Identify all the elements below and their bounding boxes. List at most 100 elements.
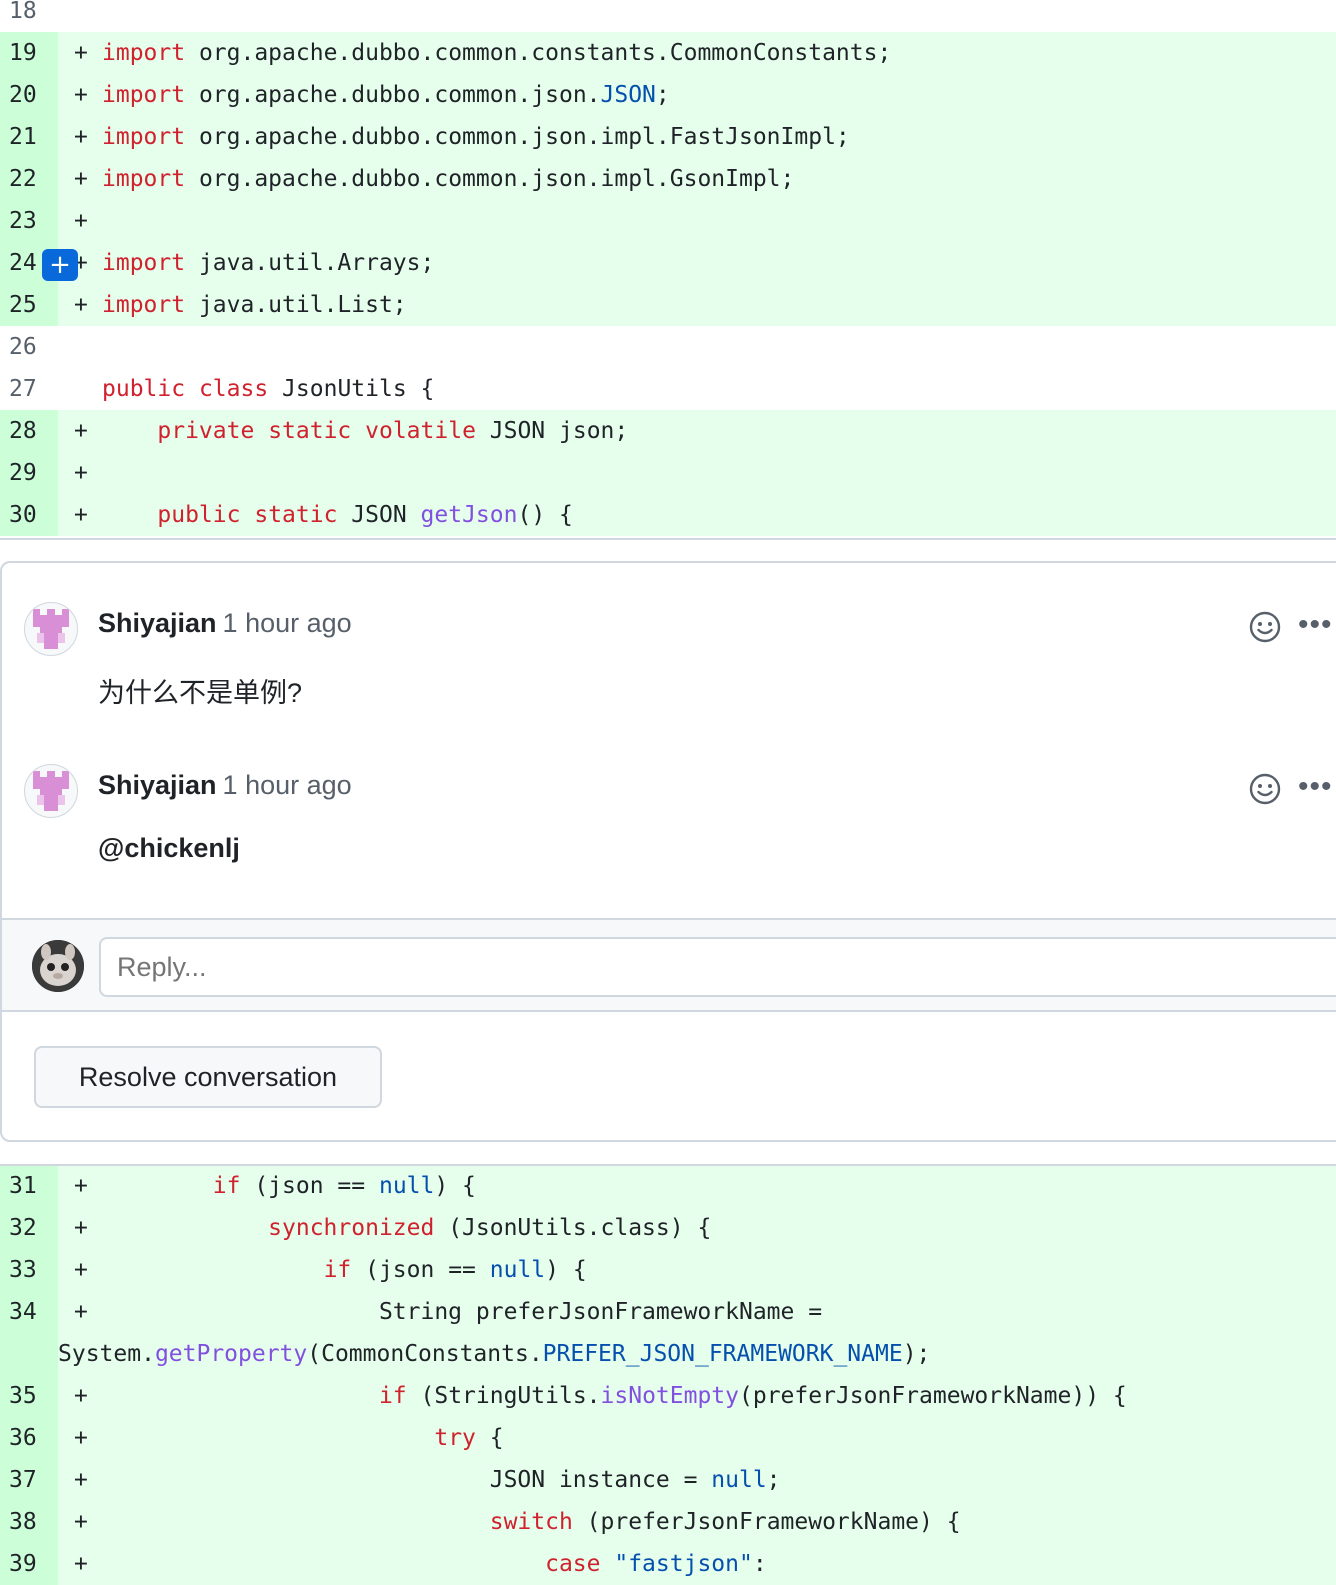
- diff-line: 27 public class JsonUtils {: [0, 368, 1336, 410]
- line-number[interactable]: 25: [0, 284, 58, 326]
- code-token: JSON json;: [475, 418, 629, 444]
- diff-sign: +: [74, 1299, 88, 1325]
- code-text: import org.apache.dubbo.common.json.impl…: [102, 158, 794, 200]
- code-token: :: [752, 1551, 767, 1577]
- line-number[interactable]: 36: [0, 1417, 58, 1459]
- code-text: try {: [102, 1417, 503, 1459]
- line-number[interactable]: 34: [0, 1291, 58, 1375]
- line-number[interactable]: 37: [0, 1459, 58, 1501]
- smiley-icon[interactable]: [1249, 611, 1281, 643]
- comment-time[interactable]: 1 hour ago: [223, 770, 352, 800]
- diff-sign: +: [74, 1383, 88, 1409]
- code-text: import org.apache.dubbo.common.constants…: [102, 32, 891, 74]
- diff-sign: +: [74, 40, 88, 66]
- code-text: import java.util.Arrays;: [102, 242, 434, 284]
- code-token: ;: [655, 82, 670, 108]
- comment-body: 为什么不是单例?: [98, 678, 303, 708]
- line-number[interactable]: 33: [0, 1249, 58, 1291]
- smiley-icon[interactable]: [1249, 773, 1281, 805]
- code-token: null: [378, 1173, 435, 1199]
- author-name[interactable]: Shiyajian: [98, 608, 217, 638]
- author-name[interactable]: Shiyajian: [98, 770, 217, 800]
- code-token: getProperty: [154, 1341, 308, 1367]
- code-token: class: [198, 376, 269, 402]
- diff-bottom: 31 + if (json == null) {32 + synchronized …: [0, 1165, 1336, 1585]
- line-number[interactable]: 21: [0, 116, 58, 158]
- code-token: public: [102, 376, 186, 402]
- reply-input[interactable]: [99, 937, 1336, 997]
- line-number[interactable]: 23: [0, 200, 58, 242]
- line-number[interactable]: 31: [0, 1165, 58, 1207]
- diff-sign: +: [74, 82, 88, 108]
- divider: [0, 538, 1336, 540]
- code-token: (CommonConstants.: [307, 1341, 543, 1367]
- diff-sign: +: [74, 208, 88, 234]
- code-token: () {: [517, 502, 573, 528]
- comment-time[interactable]: 1 hour ago: [223, 608, 352, 638]
- diff-sign: +: [74, 460, 88, 486]
- line-number[interactable]: 26: [0, 326, 58, 368]
- code-token: getJson: [420, 502, 518, 528]
- code-token: org.apache.dubbo.common.json.impl.GsonIm…: [185, 166, 795, 192]
- diff-line: 18: [0, 0, 1336, 32]
- line-number[interactable]: 27: [0, 368, 58, 410]
- code-text: if (json == null) {: [102, 1165, 476, 1207]
- line-number[interactable]: 22: [0, 158, 58, 200]
- line-number[interactable]: 20: [0, 74, 58, 116]
- line-number[interactable]: 28: [0, 410, 58, 452]
- divider: [0, 1164, 1336, 1166]
- comment-author[interactable]: Shiyajian 1 hour ago: [98, 770, 352, 801]
- code-token: private: [157, 418, 255, 444]
- kebab-horizontal-icon[interactable]: •••: [1298, 610, 1333, 640]
- diff-line: 39 + case "fastjson":: [0, 1543, 1336, 1585]
- code-text: JSON instance = null;: [102, 1459, 781, 1501]
- comment-author[interactable]: Shiyajian 1 hour ago: [98, 608, 352, 639]
- diff-sign: +: [74, 124, 88, 150]
- line-number[interactable]: 19: [0, 32, 58, 74]
- diff-sign: +: [74, 1257, 88, 1283]
- avatar[interactable]: [24, 602, 78, 656]
- diff-line: 23 +: [0, 200, 1336, 242]
- code-token: JsonUtils {: [268, 376, 435, 402]
- comment-body[interactable]: @chickenlj: [98, 833, 240, 864]
- review-comment: Shiyajian 1 hour ago ••• @chickenlj: [2, 725, 1336, 915]
- line-number[interactable]: 30: [0, 494, 58, 536]
- code-token: JSON: [600, 82, 656, 108]
- line-number[interactable]: 39: [0, 1543, 58, 1585]
- line-number[interactable]: 32: [0, 1207, 58, 1249]
- line-number[interactable]: 18: [0, 0, 58, 32]
- diff-line: 33 + if (json == null) {: [0, 1249, 1336, 1291]
- kebab-horizontal-icon[interactable]: •••: [1298, 772, 1333, 802]
- line-number[interactable]: 38: [0, 1501, 58, 1543]
- code-token: import: [102, 250, 186, 276]
- code-token: (StringUtils.: [406, 1383, 601, 1409]
- line-number[interactable]: 29: [0, 452, 58, 494]
- code-token: ) {: [434, 1173, 476, 1199]
- diff-line: 35 + if (StringUtils.isNotEmpty(preferJso…: [0, 1375, 1336, 1417]
- avatar[interactable]: [24, 764, 78, 818]
- reply-bar: [2, 918, 1336, 1012]
- plus-icon[interactable]: +: [42, 249, 78, 281]
- diff-sign: +: [74, 292, 88, 318]
- code-text-wrapped: System.getProperty(CommonConstants.PREFE…: [58, 1333, 930, 1375]
- code-token: import: [102, 166, 186, 192]
- avatar[interactable]: [32, 940, 84, 992]
- code-token: org.apache.dubbo.common.json.: [185, 82, 601, 108]
- code-token: synchronized: [268, 1215, 435, 1241]
- code-token: volatile: [365, 418, 476, 444]
- resolve-conversation-button[interactable]: Resolve conversation: [34, 1046, 382, 1108]
- code-token: import: [102, 40, 186, 66]
- code-token: System.: [58, 1341, 155, 1367]
- code-token: ) {: [545, 1257, 587, 1283]
- line-number[interactable]: 35: [0, 1375, 58, 1417]
- code-text: private static volatile JSON json;: [102, 410, 628, 452]
- diff-line: 28 + private static volatile JSON json;: [0, 410, 1336, 452]
- code-text: if (json == null) {: [102, 1249, 587, 1291]
